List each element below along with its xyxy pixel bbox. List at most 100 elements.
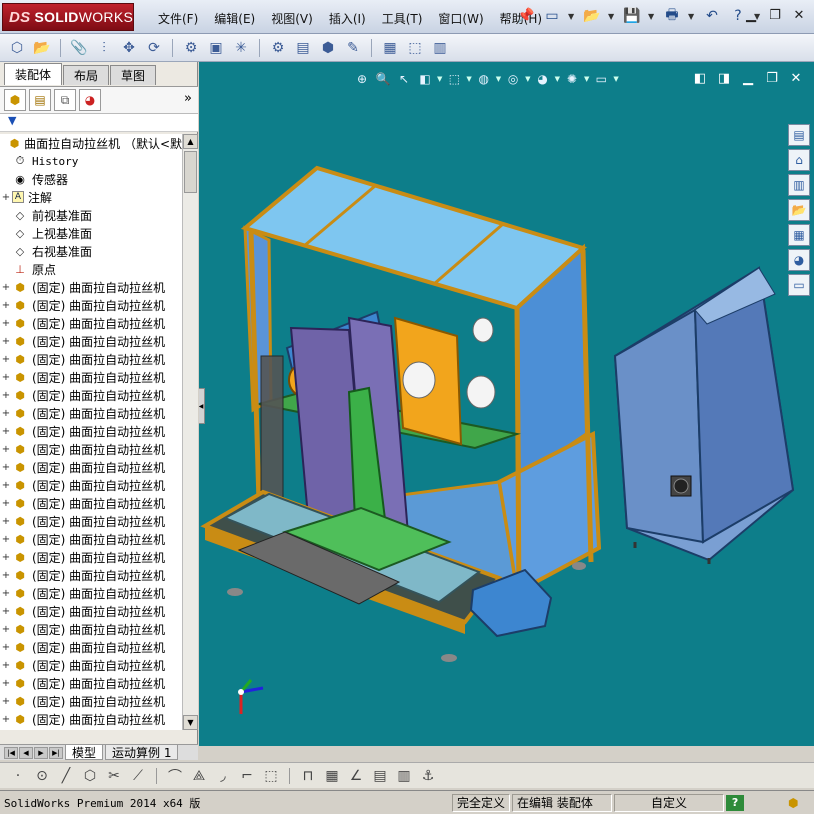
- insert-component-icon[interactable]: 📂: [31, 37, 53, 59]
- units-status[interactable]: 自定义: [614, 793, 725, 812]
- prev-tab-icon[interactable]: ◀: [19, 746, 33, 759]
- rotate-icon[interactable]: ⟳: [143, 37, 165, 59]
- close-icon[interactable]: ✕: [788, 70, 804, 86]
- display-style-dropdown-icon[interactable]: ▼: [496, 75, 501, 83]
- rebuild-icon[interactable]: ⬢: [784, 794, 802, 812]
- undo-icon[interactable]: ↶: [702, 6, 722, 26]
- expand-icon[interactable]: +: [0, 534, 12, 545]
- table-icon[interactable]: ▤: [370, 766, 390, 786]
- appearance-dropdown-icon[interactable]: ▼: [555, 75, 560, 83]
- fillet-icon[interactable]: ◞: [213, 766, 233, 786]
- property-manager-icon[interactable]: ▤: [29, 89, 51, 111]
- first-tab-icon[interactable]: |◀: [4, 746, 18, 759]
- filter-icon[interactable]: ▼: [8, 114, 16, 127]
- expand-icon[interactable]: +: [0, 336, 12, 347]
- print-icon[interactable]: 🖶: [662, 6, 682, 26]
- tree-item-part[interactable]: +⬢(固定) 曲面拉自动拉丝机: [0, 314, 182, 332]
- open-dropdown-icon[interactable]: ▼: [608, 12, 616, 21]
- pin-icon[interactable]: 📌: [516, 6, 536, 26]
- next-tab-icon[interactable]: ▶: [34, 746, 48, 759]
- expand-icon[interactable]: +: [0, 354, 12, 365]
- tree-item-part[interactable]: +⬢(固定) 曲面拉自动拉丝机: [0, 602, 182, 620]
- tree-item-annotation[interactable]: + A 注解: [0, 188, 182, 206]
- menu-view[interactable]: 视图(V): [263, 8, 321, 29]
- expand-icon[interactable]: +: [0, 408, 12, 419]
- tab-sketch[interactable]: 草图: [110, 65, 157, 85]
- solidworks-logo[interactable]: DS SOLID WORKS: [2, 3, 134, 31]
- new-motion-study-icon[interactable]: ✎: [342, 37, 364, 59]
- reference-geometry-icon[interactable]: ⬢: [317, 37, 339, 59]
- circle-icon[interactable]: ⊙: [32, 766, 52, 786]
- orientation-dropdown-icon[interactable]: ▼: [466, 75, 471, 83]
- expand-icon[interactable]: +: [0, 678, 12, 689]
- tree-item-part[interactable]: +⬢(固定) 曲面拉自动拉丝机: [0, 332, 182, 350]
- menu-file[interactable]: 文件(F): [150, 8, 206, 29]
- tree-item-origin[interactable]: ⊥ 原点: [0, 260, 182, 278]
- expand-icon[interactable]: +: [0, 390, 12, 401]
- save-icon[interactable]: 💾: [622, 6, 642, 26]
- options-icon[interactable]: ▥: [429, 37, 451, 59]
- mate-icon[interactable]: ⫶: [93, 37, 115, 59]
- expand-icon[interactable]: +: [0, 570, 12, 581]
- apply-scene-icon[interactable]: ✺: [563, 70, 581, 88]
- view-settings-icon[interactable]: ▭: [592, 70, 610, 88]
- restore-icon[interactable]: ❐: [764, 70, 780, 86]
- tree-item-part[interactable]: +⬢(固定) 曲面拉自动拉丝机: [0, 692, 182, 710]
- tree-scrollbar[interactable]: ▲ ▼: [182, 134, 198, 730]
- move-icon[interactable]: ✥: [118, 37, 140, 59]
- configuration-manager-icon[interactable]: ⧉: [54, 89, 76, 111]
- scene-dropdown-icon[interactable]: ▼: [584, 75, 589, 83]
- explode-icon[interactable]: ▣: [205, 37, 227, 59]
- close-icon[interactable]: ✕: [790, 6, 808, 24]
- tree-item-part[interactable]: +⬢(固定) 曲面拉自动拉丝机: [0, 584, 182, 602]
- scroll-down-icon[interactable]: ▼: [183, 715, 198, 730]
- scroll-up-icon[interactable]: ▲: [183, 134, 198, 149]
- tree-item-part[interactable]: +⬢(固定) 曲面拉自动拉丝机: [0, 440, 182, 458]
- tree-item-part[interactable]: +⬢(固定) 曲面拉自动拉丝机: [0, 710, 182, 728]
- expand-icon[interactable]: +: [0, 642, 12, 653]
- appearances-icon[interactable]: ◕: [788, 249, 810, 271]
- expand-icon[interactable]: +: [0, 462, 12, 473]
- tree-item-part[interactable]: +⬢(固定) 曲面拉自动拉丝机: [0, 728, 182, 730]
- tree-item-plane[interactable]: ◇ 右视基准面: [0, 242, 182, 260]
- tab-layout[interactable]: 布局: [63, 65, 110, 85]
- file-explorer-icon[interactable]: 📂: [788, 199, 810, 221]
- tree-item-part[interactable]: +⬢(固定) 曲面拉自动拉丝机: [0, 620, 182, 638]
- menu-edit[interactable]: 编辑(E): [206, 8, 263, 29]
- expand-icon[interactable]: +: [0, 660, 12, 671]
- polygon-icon[interactable]: ⬡: [80, 766, 100, 786]
- assembly-features-icon[interactable]: ▤: [292, 37, 314, 59]
- open-folder-icon[interactable]: 📂: [582, 6, 602, 26]
- tab-assembly[interactable]: 装配体: [4, 63, 63, 85]
- zoom-area-icon[interactable]: 🔍: [374, 70, 392, 88]
- expand-icon[interactable]: +: [0, 588, 12, 599]
- corner-icon[interactable]: ⌐: [237, 766, 257, 786]
- feature-manager-icon[interactable]: ⬢: [4, 89, 26, 111]
- tree-item-part[interactable]: +⬢(固定) 曲面拉自动拉丝机: [0, 386, 182, 404]
- menu-tools[interactable]: 工具(T): [374, 8, 431, 29]
- tree-item-part[interactable]: +⬢(固定) 曲面拉自动拉丝机: [0, 422, 182, 440]
- prev-window-icon[interactable]: ◧: [692, 70, 708, 86]
- interference-icon[interactable]: ⚙: [267, 37, 289, 59]
- solidworks-resources-icon[interactable]: ▤: [788, 124, 810, 146]
- expand-panel-icon[interactable]: »: [184, 91, 192, 106]
- tab-motion-study-1[interactable]: 运动算例 1: [105, 745, 179, 760]
- trim-icon[interactable]: ✂: [104, 766, 124, 786]
- section-view-icon[interactable]: ◧: [416, 70, 434, 88]
- tree-item-part[interactable]: +⬢(固定) 曲面拉自动拉丝机: [0, 638, 182, 656]
- tree-item-sensor[interactable]: ◉ 传感器: [0, 170, 182, 188]
- next-window-icon[interactable]: ◨: [716, 70, 732, 86]
- tree-item-part[interactable]: +⬢(固定) 曲面拉自动拉丝机: [0, 566, 182, 584]
- help-icon[interactable]: ?: [726, 794, 745, 811]
- save-dropdown-icon[interactable]: ▼: [648, 12, 656, 21]
- custom-properties-icon[interactable]: ▭: [788, 274, 810, 296]
- expand-icon[interactable]: +: [0, 318, 12, 329]
- expand-icon[interactable]: +: [0, 444, 12, 455]
- tree-item-history[interactable]: ⏱ History: [0, 152, 182, 170]
- display-manager-icon[interactable]: ◕: [79, 89, 101, 111]
- line-icon[interactable]: ╱: [56, 766, 76, 786]
- tree-item-part[interactable]: +⬢(固定) 曲面拉自动拉丝机: [0, 278, 182, 296]
- display-style-icon[interactable]: ◍: [475, 70, 493, 88]
- tree-item-part[interactable]: +⬢(固定) 曲面拉自动拉丝机: [0, 350, 182, 368]
- paperclip-icon[interactable]: 📎: [68, 37, 90, 59]
